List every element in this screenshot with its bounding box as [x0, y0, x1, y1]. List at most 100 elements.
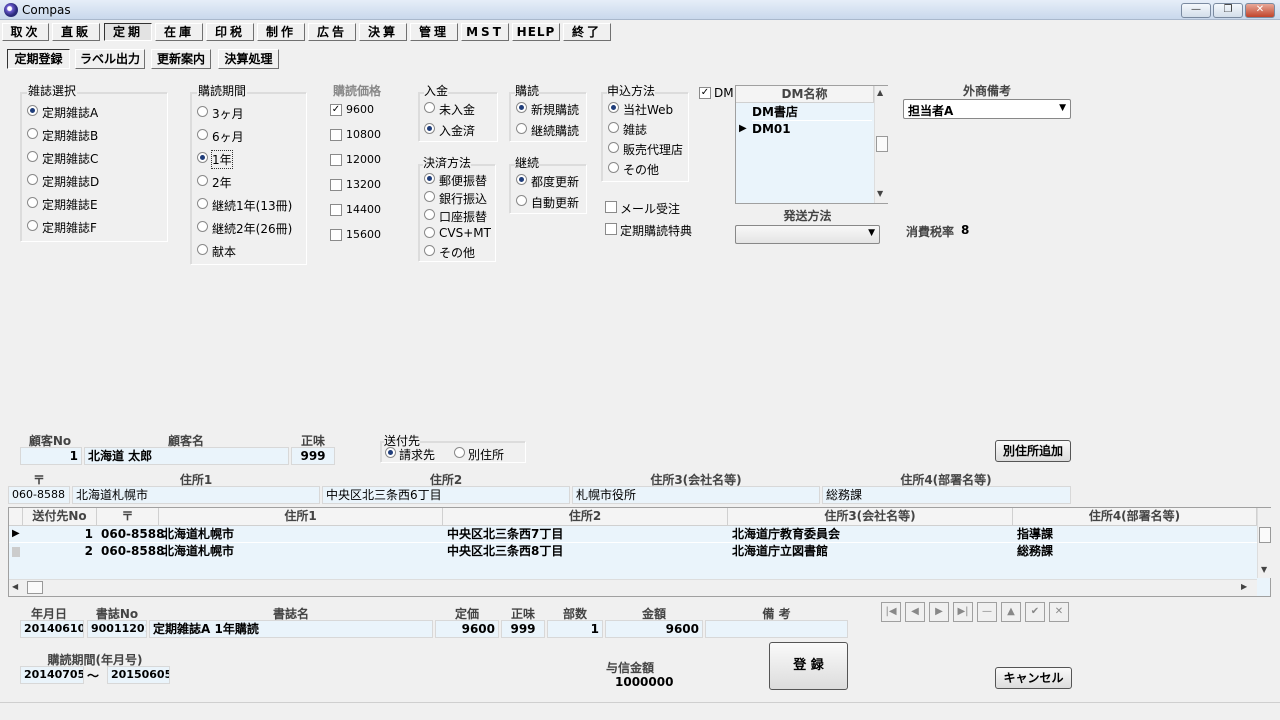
radio-button[interactable]	[424, 102, 435, 113]
grid-vscroll[interactable]: ▼	[1257, 508, 1271, 578]
customer-seimi-field[interactable]: 999	[291, 447, 335, 465]
address1-field[interactable]: 北海道札幌市	[72, 486, 320, 504]
radio-button[interactable]	[27, 105, 38, 116]
minimize-button[interactable]: —	[1181, 3, 1211, 18]
tab-settlement[interactable]: 決算処理	[218, 49, 279, 69]
menu-chokuhan[interactable]: 直販	[52, 23, 100, 41]
table-row[interactable]: 2 060-8588 北海道札幌市 中央区北三条西8丁目 北海道庁立図書館 総務…	[9, 543, 1257, 560]
address4-field[interactable]: 総務課	[822, 486, 1071, 504]
menu-kessan[interactable]: 決算	[359, 23, 407, 41]
radio-button[interactable]	[424, 245, 435, 256]
menu-exit[interactable]: 終了	[563, 23, 611, 41]
radio-button[interactable]	[27, 174, 38, 185]
grid-col-address3[interactable]: 住所3(会社名等)	[728, 508, 1013, 525]
scroll-thumb[interactable]	[876, 136, 888, 152]
table-row[interactable]: ▶ 1 060-8588 北海道札幌市 中央区北三条西7丁目 北海道庁教育委員会…	[9, 526, 1257, 543]
radio-button[interactable]	[608, 102, 619, 113]
scroll-thumb[interactable]	[27, 581, 43, 594]
scroll-right-icon[interactable]: ▶	[1241, 582, 1247, 591]
checkbox[interactable]	[330, 229, 342, 241]
tab-renewal-notice[interactable]: 更新案内	[151, 49, 211, 69]
radio-button[interactable]	[424, 191, 435, 202]
checkbox[interactable]	[330, 154, 342, 166]
date-field[interactable]: 20140610	[20, 620, 84, 638]
menu-koukoku[interactable]: 広告	[308, 23, 356, 41]
menu-teiki[interactable]: 定期	[104, 23, 152, 41]
amount-field[interactable]: 9600	[605, 620, 703, 638]
sales-note-select[interactable]: 担当者A ▼	[903, 99, 1071, 119]
maximize-button[interactable]: ❐	[1213, 3, 1243, 18]
address2-field[interactable]: 中央区北三条西6丁目	[322, 486, 570, 504]
grid-col-address2[interactable]: 住所2	[443, 508, 728, 525]
radio-button[interactable]	[424, 173, 435, 184]
customer-no-field[interactable]: 1	[20, 447, 82, 465]
dm-check[interactable]: ✓ DM	[699, 86, 735, 102]
range-to-field[interactable]: 20150605	[107, 666, 170, 684]
radio-button[interactable]	[454, 447, 465, 458]
seimi-field[interactable]: 999	[501, 620, 545, 638]
menu-seisaku[interactable]: 制作	[257, 23, 305, 41]
menu-zaiko[interactable]: 在庫	[155, 23, 203, 41]
checkbox[interactable]	[605, 223, 617, 235]
edit-record-icon[interactable]: ▲	[1001, 602, 1021, 622]
radio-button[interactable]	[516, 123, 527, 134]
grid-col-address4[interactable]: 住所4(部署名等)	[1013, 508, 1257, 525]
radio-button[interactable]	[197, 244, 208, 255]
radio-button[interactable]	[385, 447, 396, 458]
checkbox[interactable]	[330, 129, 342, 141]
menu-mst[interactable]: MST	[461, 23, 509, 41]
radio-button[interactable]	[608, 142, 619, 153]
customer-name-field[interactable]: 北海道 太郎	[84, 447, 289, 465]
radio-button[interactable]	[608, 122, 619, 133]
checkbox[interactable]: ✓	[699, 87, 711, 99]
book-name-field[interactable]: 定期雑誌A 1年購読	[149, 620, 433, 638]
book-no-field[interactable]: 90011201	[87, 620, 147, 638]
close-button[interactable]: ✕	[1245, 3, 1275, 18]
checkbox[interactable]	[330, 179, 342, 191]
menu-inzei[interactable]: 印税	[206, 23, 254, 41]
tab-label-output[interactable]: ラベル出力	[75, 49, 145, 69]
next-record-icon[interactable]: ▶	[929, 602, 949, 622]
radio-button[interactable]	[516, 174, 527, 185]
radio-button[interactable]	[27, 128, 38, 139]
checkbox[interactable]	[330, 204, 342, 216]
shipping-select[interactable]: ▼	[735, 225, 880, 244]
checkbox[interactable]: ✓	[330, 104, 342, 116]
dm-row[interactable]: DM書店	[752, 104, 872, 121]
mail-order-check[interactable]: メール受注	[605, 200, 705, 218]
delete-record-icon[interactable]: —	[977, 602, 997, 622]
checkbox[interactable]	[605, 201, 617, 213]
scroll-up-icon[interactable]: ▲	[877, 88, 883, 97]
cancel-record-icon[interactable]: ✕	[1049, 602, 1069, 622]
scroll-down-icon[interactable]: ▼	[877, 189, 883, 198]
scroll-left-icon[interactable]: ◀	[12, 582, 18, 591]
first-record-icon[interactable]: |◀	[881, 602, 901, 622]
sendto-option[interactable]: 別住所	[454, 446, 524, 462]
radio-button[interactable]	[424, 123, 435, 134]
dm-list[interactable]: DM名称 DM書店 ▶ DM01 ▲ ▼	[735, 85, 888, 204]
grid-col-sendno[interactable]: 送付先No	[23, 508, 97, 525]
zip-field[interactable]: 060-8588	[8, 486, 70, 504]
radio-button[interactable]	[197, 221, 208, 232]
prev-record-icon[interactable]: ◀	[905, 602, 925, 622]
sendto-option[interactable]: 請求先	[385, 446, 455, 462]
radio-button[interactable]	[197, 129, 208, 140]
radio-button[interactable]	[27, 197, 38, 208]
bonus-check[interactable]: 定期購読特典	[605, 222, 705, 240]
scroll-down-icon[interactable]: ▼	[1261, 565, 1267, 574]
price-field[interactable]: 9600	[435, 620, 499, 638]
add-address-button[interactable]: 別住所追加	[995, 440, 1071, 462]
note-field[interactable]	[705, 620, 848, 638]
tab-teiki-touroku[interactable]: 定期登録	[7, 49, 70, 69]
radio-button[interactable]	[27, 220, 38, 231]
menu-kanri[interactable]: 管理	[410, 23, 458, 41]
dm-row[interactable]: DM01	[752, 121, 872, 137]
address3-field[interactable]: 札幌市役所	[572, 486, 820, 504]
radio-button[interactable]	[516, 102, 527, 113]
range-from-field[interactable]: 20140705	[20, 666, 84, 684]
cancel-button[interactable]: キャンセル	[995, 667, 1072, 689]
last-record-icon[interactable]: ▶|	[953, 602, 973, 622]
radio-button[interactable]	[197, 152, 208, 163]
radio-button[interactable]	[516, 195, 527, 206]
address-grid[interactable]: 送付先No 〒 住所1 住所2 住所3(会社名等) 住所4(部署名等) ▶ 1 …	[8, 507, 1271, 597]
